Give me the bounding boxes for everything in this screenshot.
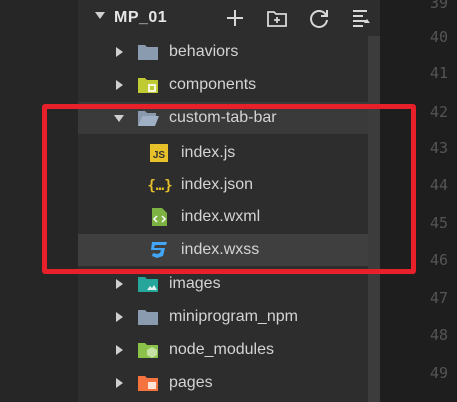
tree-item-label: miniprogram_npm (169, 308, 298, 325)
tree-item-behaviors[interactable]: behaviors (78, 36, 368, 68)
node-folder-icon (137, 341, 158, 359)
chevron-right-icon[interactable] (116, 80, 123, 90)
line-number: 40 (430, 28, 449, 46)
line-number: 45 (430, 214, 449, 232)
folder-icon (137, 308, 158, 326)
tree-item-label: pages (169, 374, 213, 391)
explorer-header[interactable]: MP_01 (78, 0, 380, 36)
tree-item-pages[interactable]: pages (78, 367, 368, 399)
chevron-right-icon[interactable] (116, 47, 123, 57)
tree-item-label: behaviors (169, 43, 239, 60)
line-number: 49 (430, 364, 449, 382)
refresh-icon[interactable] (308, 7, 330, 29)
highlight-annotation-box (42, 104, 416, 274)
line-number: 46 (430, 251, 449, 269)
tree-item-label: node_modules (169, 341, 274, 358)
images-folder-icon (137, 275, 158, 293)
tree-item-miniprogram-npm[interactable]: miniprogram_npm (78, 301, 368, 333)
chevron-right-icon[interactable] (116, 279, 123, 289)
line-number: 41 (430, 64, 449, 82)
project-title: MP_01 (114, 9, 168, 26)
plus-icon[interactable] (224, 7, 246, 29)
chevron-right-icon[interactable] (116, 312, 123, 322)
tree-item-label: components (169, 76, 257, 93)
line-number: 47 (430, 289, 449, 307)
collapse-icon[interactable] (350, 7, 372, 29)
line-number: 43 (430, 139, 449, 157)
new-folder-icon[interactable] (266, 7, 288, 29)
line-number: 42 (430, 103, 449, 121)
line-number: 44 (430, 176, 449, 194)
components-folder-icon (137, 76, 158, 94)
folder-icon (137, 43, 158, 61)
chevron-right-icon[interactable] (116, 345, 123, 355)
tree-item-label: images (169, 275, 221, 292)
line-number: 48 (430, 326, 449, 344)
pages-folder-icon (137, 374, 158, 392)
chevron-right-icon[interactable] (116, 378, 123, 388)
chevron-down-icon[interactable] (95, 12, 105, 19)
line-number: 39 (430, 0, 449, 12)
tree-item-node-modules[interactable]: node_modules (78, 334, 368, 366)
tree-item-components[interactable]: components (78, 69, 368, 101)
